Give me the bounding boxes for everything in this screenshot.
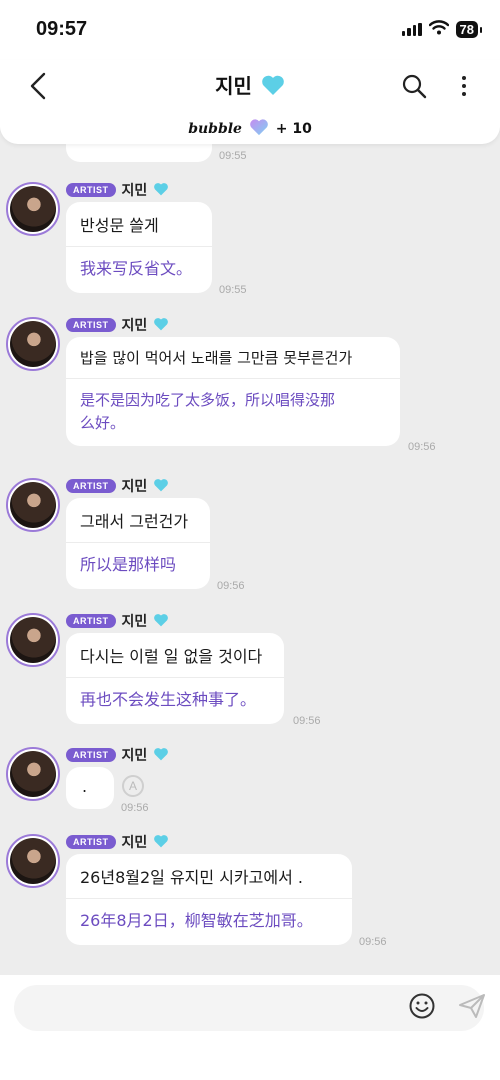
signal-icon bbox=[401, 23, 422, 36]
more-button[interactable] bbox=[454, 72, 474, 100]
send-button[interactable] bbox=[458, 993, 486, 1019]
send-icon bbox=[459, 994, 485, 1018]
bubble-subscription[interactable]: bubble + 10 bbox=[0, 118, 500, 140]
emoji-icon bbox=[409, 993, 435, 1019]
translation-text: 所以是那样吗 bbox=[66, 542, 210, 589]
message-bubble[interactable]: 다시는 이럴 일 없을 것이다 再也不会发生这种事了。 bbox=[66, 633, 284, 724]
translation-text: 我来写反省文。 bbox=[66, 246, 212, 293]
sender-name: 지민 bbox=[121, 183, 148, 199]
battery-icon: 78 bbox=[455, 21, 483, 38]
korean-text: 다시는 이럴 일 없을 것이다 bbox=[80, 647, 263, 666]
artist-badge: ARTIST bbox=[66, 614, 116, 628]
artist-badge: ARTIST bbox=[66, 318, 116, 332]
avatar[interactable] bbox=[6, 478, 60, 532]
message-time: 09:55 bbox=[219, 150, 247, 162]
search-icon bbox=[402, 74, 427, 99]
bubble-brand: bubble bbox=[188, 121, 242, 137]
message-bubble[interactable]: 밥을 많이 먹어서 노래를 그만큼 못부른건가 是不是因为吃了太多饭，所以唱得没… bbox=[66, 337, 400, 446]
avatar[interactable] bbox=[6, 317, 60, 371]
sender-name: 지민 bbox=[121, 479, 148, 495]
heart-icon bbox=[153, 477, 169, 496]
search-button[interactable] bbox=[400, 72, 428, 100]
page-title: 지민 bbox=[215, 74, 252, 98]
reply-icon[interactable]: A bbox=[122, 775, 144, 797]
translation-line: 是不是因为吃了太多饭，所以唱得没那 bbox=[80, 391, 336, 409]
translation-line: 么好。 bbox=[80, 413, 126, 432]
heart-icon bbox=[153, 746, 169, 765]
more-icon bbox=[462, 76, 466, 96]
heart-icon bbox=[153, 833, 169, 852]
message-time: 09:56 bbox=[293, 715, 321, 727]
translation-text: 再也不会发生这种事了。 bbox=[66, 677, 284, 724]
avatar[interactable] bbox=[6, 613, 60, 667]
message-bubble[interactable]: 26년8월2일 유지민 시카고에서 . 26年8月2日，柳智敏在芝加哥。 bbox=[66, 854, 352, 945]
avatar[interactable] bbox=[6, 834, 60, 888]
chat-header: 지민 bubble + 10 bbox=[0, 60, 500, 144]
input-bar bbox=[0, 975, 500, 1080]
status-time: 09:57 bbox=[36, 18, 88, 40]
korean-text: 반성문 쓸게 bbox=[80, 216, 159, 235]
message-time: 09:56 bbox=[217, 580, 245, 592]
avatar[interactable] bbox=[6, 747, 60, 801]
artist-badge: ARTIST bbox=[66, 835, 116, 849]
sender-name: 지민 bbox=[121, 318, 148, 334]
translation-text: 是不是因为吃了太多饭，所以唱得没那 么好。 bbox=[66, 378, 400, 446]
bubble-count: + 10 bbox=[275, 121, 312, 137]
sender-name: 지민 bbox=[121, 835, 148, 851]
message-time: 09:56 bbox=[121, 802, 149, 814]
sender-name: 지민 bbox=[121, 748, 148, 764]
avatar[interactable] bbox=[6, 182, 60, 236]
korean-text: 26년8월2일 유지민 시카고에서 . bbox=[80, 868, 303, 887]
heart-icon bbox=[153, 316, 169, 335]
heart-icon bbox=[249, 118, 269, 140]
status-bar: 09:57 78 bbox=[0, 0, 500, 60]
status-icons: 78 bbox=[401, 20, 483, 39]
korean-text: 그래서 그런건가 bbox=[80, 512, 189, 531]
heart-icon bbox=[261, 74, 285, 101]
message-time: 09:56 bbox=[359, 936, 387, 948]
heart-icon bbox=[153, 181, 169, 200]
artist-badge: ARTIST bbox=[66, 479, 116, 493]
message-bubble[interactable]: 반성문 쓸게 我来写反省文。 bbox=[66, 202, 212, 293]
artist-badge: ARTIST bbox=[66, 183, 116, 197]
message-time: 09:56 bbox=[408, 441, 436, 453]
emoji-button[interactable] bbox=[408, 992, 436, 1020]
korean-text: . bbox=[82, 777, 88, 796]
wifi-icon bbox=[428, 20, 449, 39]
sender-name: 지민 bbox=[121, 614, 148, 630]
message-bubble[interactable]: . bbox=[66, 767, 114, 809]
heart-icon bbox=[153, 612, 169, 631]
translation-text: 26年8月2日，柳智敏在芝加哥。 bbox=[66, 898, 352, 945]
artist-badge: ARTIST bbox=[66, 748, 116, 762]
message-bubble[interactable]: 그래서 그런건가 所以是那样吗 bbox=[66, 498, 210, 589]
korean-text: 밥을 많이 먹어서 노래를 그만큼 못부른건가 bbox=[80, 349, 353, 367]
chat-list[interactable]: 09:55 ARTIST 지민 반성문 쓸게 我来写反省文。 09:55 ART… bbox=[0, 0, 500, 975]
message-time: 09:55 bbox=[219, 284, 247, 296]
